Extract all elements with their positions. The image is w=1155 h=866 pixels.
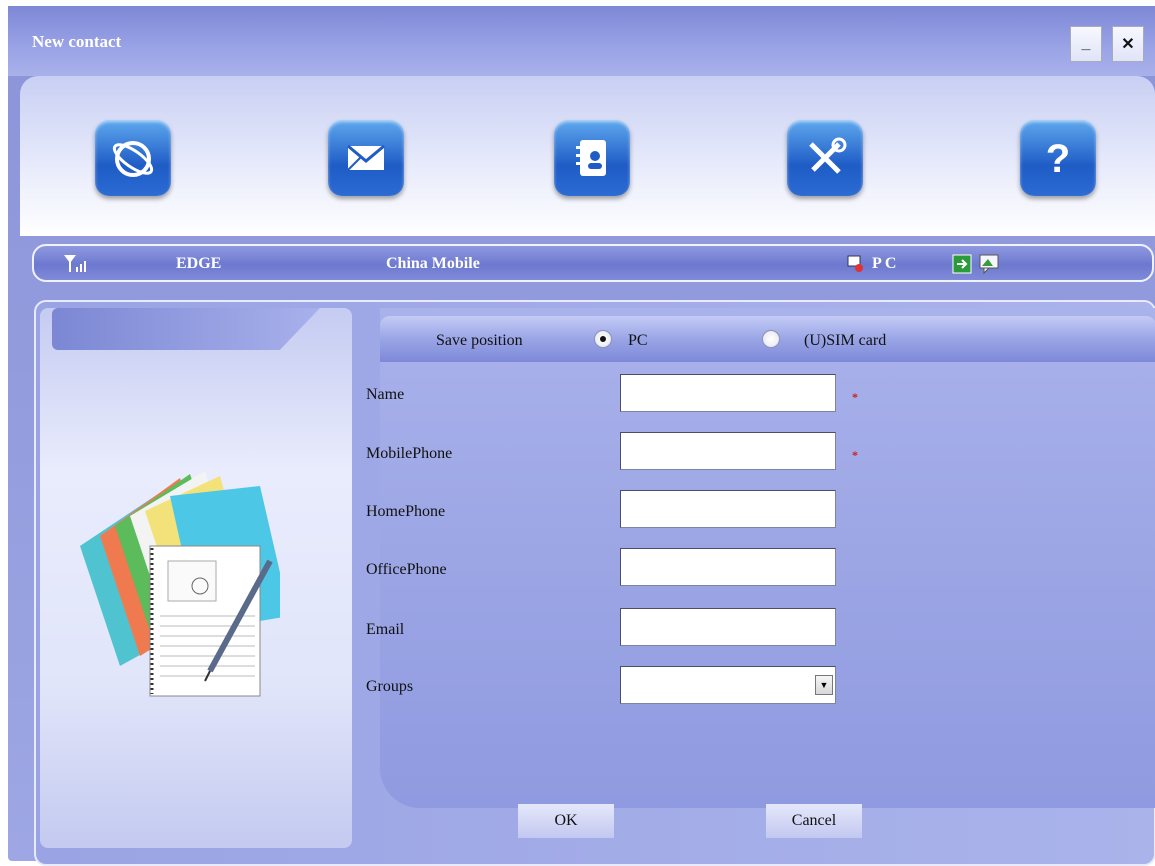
main-toolbar: ? [20,76,1155,236]
officephone-field[interactable] [620,548,836,586]
window-title: New contact [32,32,122,51]
groups-label: Groups [366,678,414,695]
name-required-mark: * [852,390,858,404]
save-position-bar: Save position PC (U)SIM card [380,316,1155,362]
minimize-button[interactable]: _ [1070,26,1102,62]
contacts-icon [576,140,606,176]
title-bar[interactable]: New contact _ ✕ [8,6,1155,76]
panel-tab [52,308,320,350]
status-bar: EDGE China Mobile P C [32,244,1154,282]
save-position-label: Save position [436,332,523,349]
message-icon [347,144,385,171]
name-label: Name [366,386,405,403]
storage-label: P C [872,255,897,272]
new-contact-window: New contact _ ✕ ? EDGE China Mobile P C [8,6,1155,866]
svg-text:?: ? [1046,137,1070,181]
network-type: EDGE [176,255,222,272]
contact-card-illustration [80,471,280,697]
operator-name: China Mobile [386,255,480,272]
homephone-label: HomePhone [366,503,446,520]
help-icon: ? [1046,137,1070,181]
signal-strength-icon [62,253,92,278]
content-area: Save position PC (U)SIM card [34,300,1155,866]
radio-pc[interactable] [594,330,612,348]
name-field[interactable] [620,374,836,412]
homephone-field[interactable] [620,490,836,528]
officephone-label: OfficePhone [366,561,447,578]
internet-button[interactable] [95,120,171,196]
radio-usim-card-label: (U)SIM card [804,332,887,349]
email-label: Email [366,621,405,638]
ok-button[interactable]: OK [518,804,614,838]
email-field[interactable] [620,608,836,646]
mobilephone-field[interactable] [620,432,836,470]
help-button[interactable]: ? [1020,120,1096,196]
groups-select[interactable]: ▼ [620,666,836,704]
close-button[interactable]: ✕ [1112,26,1144,62]
connect-icon[interactable] [952,254,972,279]
storage-status-icon [846,254,866,279]
tools-button[interactable] [787,120,863,196]
contacts-button[interactable] [554,120,630,196]
tools-icon [809,137,847,174]
internet-icon [112,141,154,177]
mobilephone-required-mark: * [852,448,858,462]
mobilephone-label: MobilePhone [366,445,453,462]
message-button[interactable] [328,120,404,196]
chevron-down-icon[interactable]: ▼ [815,675,833,695]
sms-icon[interactable] [978,253,1000,280]
radio-usim-card[interactable] [762,330,780,348]
side-illustration-panel [40,308,352,848]
cancel-button[interactable]: Cancel [766,804,862,838]
radio-pc-label: PC [628,332,648,349]
